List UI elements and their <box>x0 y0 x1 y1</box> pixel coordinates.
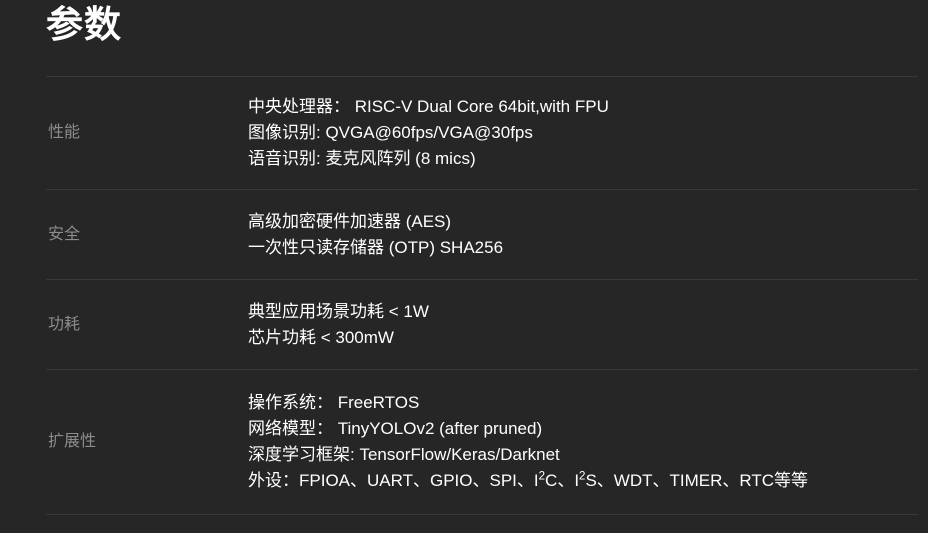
spec-line: 图像识别: QVGA@60fps/VGA@30fps <box>248 123 533 142</box>
spec-line: 典型应用场景功耗 < 1W <box>248 301 429 321</box>
spec-line: 芯片功耗 < 300mW <box>248 327 394 347</box>
spec-value-extensibility: 操作系统： FreeRTOS 网络模型： TinyYOLOv2 (after p… <box>248 390 918 494</box>
spec-label-performance: 性能 <box>48 124 81 141</box>
spec-value-security: 高级加密硬件加速器 (AES) 一次性只读存储器 (OTP) SHA256 <box>248 209 918 261</box>
page-title: 参数 <box>46 4 122 45</box>
spec-label-extensibility: 扩展性 <box>48 433 97 450</box>
spec-line: 中央处理器： RISC-V Dual Core 64bit,with FPU <box>248 97 609 116</box>
spec-row-power: 功耗 典型应用场景功耗 < 1W 芯片功耗 < 300mW <box>46 279 918 369</box>
spec-row-security: 安全 高级加密硬件加速器 (AES) 一次性只读存储器 (OTP) SHA256 <box>46 189 918 279</box>
spec-line: 操作系统： FreeRTOS <box>248 393 420 412</box>
peripherals-mid: C、I <box>545 471 580 490</box>
peripherals-suffix: S、WDT、TIMER、RTC等等 <box>585 471 809 490</box>
spec-line: 一次性只读存储器 (OTP) SHA256 <box>248 237 504 257</box>
spec-value-power: 典型应用场景功耗 < 1W 芯片功耗 < 300mW <box>248 299 918 351</box>
spec-table: 性能 中央处理器： RISC-V Dual Core 64bit,with FP… <box>46 76 918 515</box>
spec-line: 深度学习框架: TensorFlow/Keras/Darknet <box>248 445 560 464</box>
spec-line: 高级加密硬件加速器 (AES) <box>248 211 452 231</box>
spec-row-extensibility: 扩展性 操作系统： FreeRTOS 网络模型： TinyYOLOv2 (aft… <box>46 369 918 515</box>
spec-line-peripherals: 外设：FPIOA、UART、GPIO、SPI、I2C、I2S、WDT、TIMER… <box>248 468 918 494</box>
spec-line: 语音识别: 麦克风阵列 (8 mics) <box>248 149 476 168</box>
peripherals-prefix: 外设：FPIOA、UART、GPIO、SPI、I <box>248 471 539 490</box>
spec-row-performance: 性能 中央处理器： RISC-V Dual Core 64bit,with FP… <box>46 76 918 189</box>
spec-page: 参数 性能 中央处理器： RISC-V Dual Core 64bit,with… <box>0 0 928 533</box>
spec-label-security: 安全 <box>48 225 81 243</box>
spec-label-power: 功耗 <box>48 315 81 333</box>
spec-value-performance: 中央处理器： RISC-V Dual Core 64bit,with FPU 图… <box>248 94 918 172</box>
spec-line: 网络模型： TinyYOLOv2 (after pruned) <box>248 419 543 438</box>
